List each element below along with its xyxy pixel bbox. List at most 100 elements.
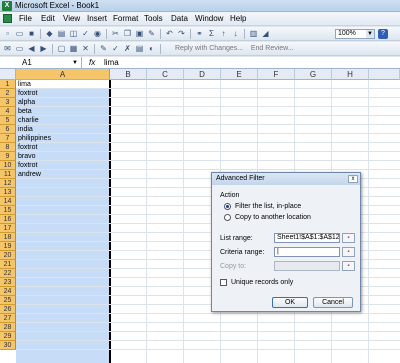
- menu-view[interactable]: View: [63, 14, 80, 24]
- menu-edit[interactable]: Edit: [41, 14, 55, 24]
- copy-to-location-label[interactable]: Copy to another location: [235, 213, 311, 222]
- research-icon[interactable]: ◉: [93, 29, 102, 38]
- row-header[interactable]: 7: [0, 134, 16, 143]
- paste-icon[interactable]: ▣: [135, 29, 144, 38]
- row-header[interactable]: 13: [0, 188, 16, 197]
- menu-insert[interactable]: Insert: [87, 14, 107, 24]
- cell-a1[interactable]: lima: [18, 80, 31, 89]
- row-header[interactable]: 26: [0, 305, 16, 314]
- column-header-f[interactable]: F: [258, 69, 295, 80]
- copy-to-input[interactable]: [274, 261, 340, 271]
- print-preview-icon[interactable]: ◫: [69, 29, 78, 38]
- show-comment-icon[interactable]: ▢: [57, 44, 66, 53]
- row-header[interactable]: 21: [0, 260, 16, 269]
- new-icon[interactable]: ▫: [3, 29, 12, 38]
- row-header[interactable]: 11: [0, 170, 16, 179]
- cancel-button[interactable]: Cancel: [313, 297, 353, 308]
- filter-in-place-label[interactable]: Filter the list, in-place: [235, 202, 301, 211]
- cell-a6[interactable]: india: [18, 125, 33, 134]
- row-header[interactable]: 23: [0, 278, 16, 287]
- cell-a7[interactable]: philippines: [18, 134, 51, 143]
- row-header[interactable]: 9: [0, 152, 16, 161]
- copy-icon[interactable]: ❐: [123, 29, 132, 38]
- row-header[interactable]: 3: [0, 98, 16, 107]
- cell-a3[interactable]: alpha: [18, 98, 35, 107]
- permission-icon[interactable]: ◆: [45, 29, 54, 38]
- sort-descending-icon[interactable]: ↓: [231, 29, 240, 38]
- workbook-icon[interactable]: [3, 14, 12, 23]
- row-header[interactable]: 28: [0, 323, 16, 332]
- menu-help[interactable]: Help: [230, 14, 246, 24]
- column-header-c[interactable]: C: [147, 69, 184, 80]
- accept-icon[interactable]: ✓: [111, 44, 120, 53]
- reply-with-changes-button[interactable]: Reply with Changes... End Review...: [175, 44, 294, 54]
- reject-icon[interactable]: ✗: [123, 44, 132, 53]
- row-header[interactable]: 18: [0, 233, 16, 242]
- row-header[interactable]: 4: [0, 107, 16, 116]
- column-header-a[interactable]: A: [16, 69, 110, 80]
- row-header[interactable]: 10: [0, 161, 16, 170]
- ok-button[interactable]: OK: [272, 297, 308, 308]
- cut-icon[interactable]: ✂: [111, 29, 120, 38]
- row-header[interactable]: 1: [0, 80, 16, 89]
- spelling-icon[interactable]: ✓: [81, 29, 90, 38]
- column-header-h[interactable]: H: [332, 69, 369, 80]
- column-header-b[interactable]: B: [110, 69, 147, 80]
- close-icon[interactable]: x: [348, 175, 358, 183]
- next-comment-icon[interactable]: ▶: [39, 44, 48, 53]
- undo-icon[interactable]: ↶: [165, 29, 174, 38]
- highlight-icon[interactable]: ▤: [135, 44, 144, 53]
- filter-in-place-radio[interactable]: [224, 203, 231, 210]
- zoom-select[interactable]: 100% ▼: [335, 29, 375, 39]
- sort-ascending-icon[interactable]: ↑: [219, 29, 228, 38]
- menu-file[interactable]: File: [19, 14, 32, 24]
- column-header-g[interactable]: G: [295, 69, 332, 80]
- row-header[interactable]: 15: [0, 206, 16, 215]
- new-comment-icon[interactable]: ▭: [15, 44, 24, 53]
- chart-wizard-icon[interactable]: ▥: [249, 29, 258, 38]
- row-header[interactable]: 25: [0, 296, 16, 305]
- name-box[interactable]: A1 ▼: [0, 57, 82, 69]
- column-header-d[interactable]: D: [184, 69, 221, 80]
- row-header[interactable]: 27: [0, 314, 16, 323]
- criteria-range-input[interactable]: |: [274, 247, 340, 257]
- help-icon[interactable]: ?: [378, 29, 388, 39]
- cell-a2[interactable]: foxtrot: [18, 89, 37, 98]
- row-header[interactable]: 19: [0, 242, 16, 251]
- collapse-dialog-icon[interactable]: ▪: [342, 247, 355, 257]
- row-header[interactable]: 22: [0, 269, 16, 278]
- menu-tools[interactable]: Tools: [144, 14, 163, 24]
- save-icon[interactable]: ■: [27, 29, 36, 38]
- row-header[interactable]: 12: [0, 179, 16, 188]
- cell-a9[interactable]: bravo: [18, 152, 36, 161]
- cell-a5[interactable]: charlie: [18, 116, 39, 125]
- show-all-comments-icon[interactable]: ▦: [69, 44, 78, 53]
- fx-icon[interactable]: fx: [89, 57, 95, 69]
- row-header[interactable]: 2: [0, 89, 16, 98]
- select-all-corner[interactable]: [0, 69, 16, 80]
- collapse-dialog-icon[interactable]: ▪: [342, 233, 355, 243]
- row-header[interactable]: 16: [0, 215, 16, 224]
- row-header[interactable]: 14: [0, 197, 16, 206]
- delete-comment-icon[interactable]: ✕: [81, 44, 90, 53]
- hyperlink-icon[interactable]: ⚭: [195, 29, 204, 38]
- formula-input[interactable]: lima: [104, 57, 119, 69]
- row-header[interactable]: 29: [0, 332, 16, 341]
- cell-a11[interactable]: andrew: [18, 170, 41, 179]
- row-header[interactable]: 5: [0, 116, 16, 125]
- column-header-e[interactable]: E: [221, 69, 258, 80]
- drawing-icon[interactable]: ◢: [261, 29, 270, 38]
- row-header[interactable]: 30: [0, 341, 16, 350]
- row-header[interactable]: 6: [0, 125, 16, 134]
- cell-a4[interactable]: beta: [18, 107, 32, 116]
- column-header-i[interactable]: [369, 69, 400, 80]
- mail-icon[interactable]: ✉: [3, 44, 12, 53]
- open-icon[interactable]: ▭: [15, 29, 24, 38]
- copy-to-location-radio[interactable]: [224, 214, 231, 221]
- menu-format[interactable]: Format: [113, 14, 138, 24]
- collapse-dialog-icon[interactable]: ▪: [342, 261, 355, 271]
- cell-a8[interactable]: foxtrot: [18, 143, 37, 152]
- row-header[interactable]: 20: [0, 251, 16, 260]
- autosum-icon[interactable]: Σ: [207, 29, 216, 38]
- format-painter-icon[interactable]: ✎: [147, 29, 156, 38]
